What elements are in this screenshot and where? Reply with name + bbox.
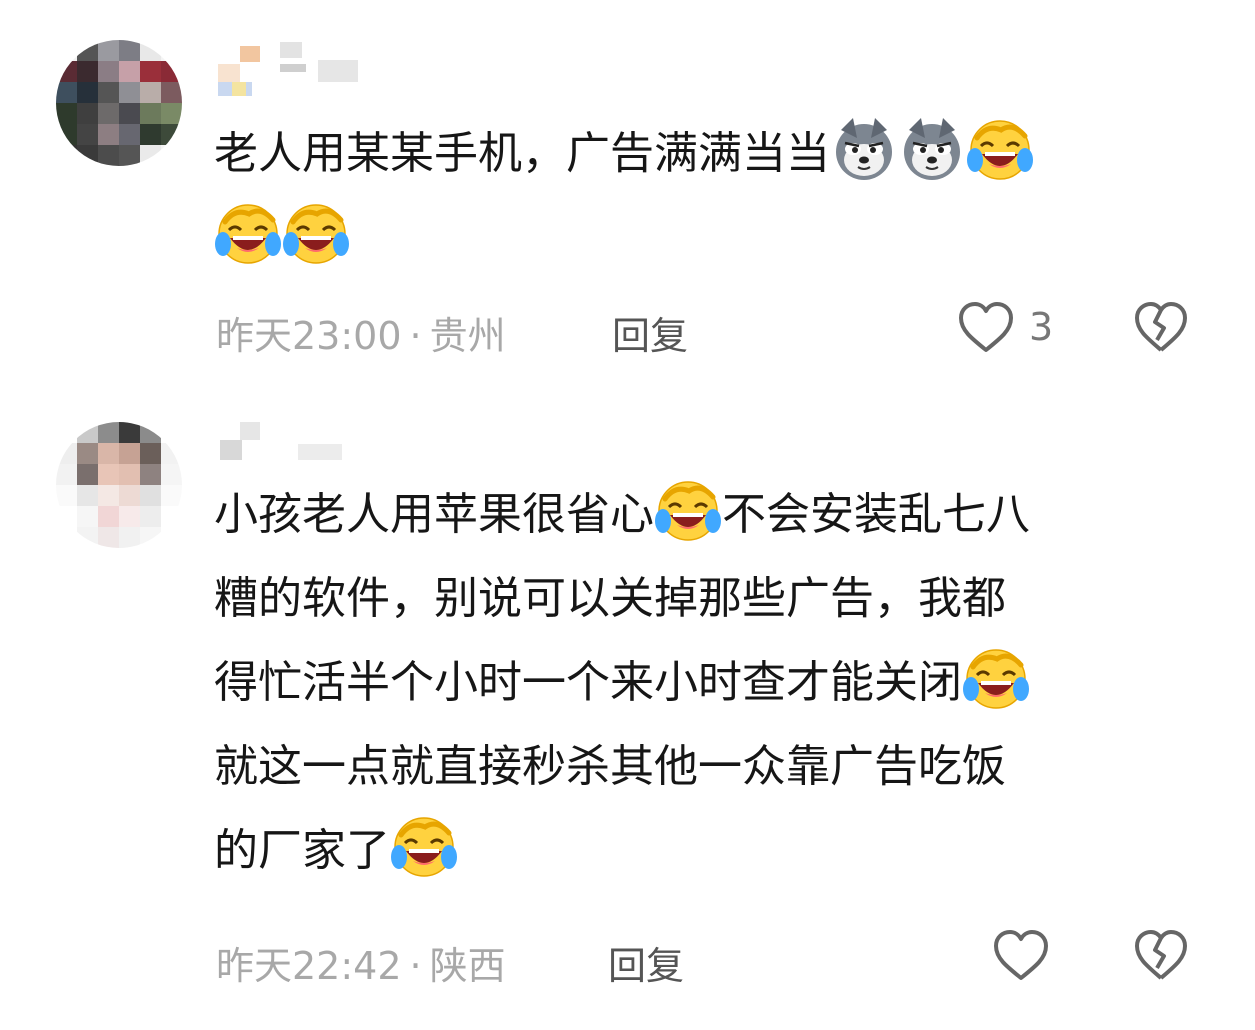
- comment-meta: 昨天23:00 · 贵州: [216, 305, 506, 360]
- comment-line: 得忙活半个小时一个来小时查才能关闭: [214, 641, 1204, 725]
- comment-line: 就这一点就直接秒杀其他一众靠广告吃饭: [214, 725, 1204, 809]
- comment-item: 老人用某某手机，广告满满当当 昨天23:00 · 贵州 回复 3: [0, 0, 1255, 380]
- username[interactable]: [218, 420, 368, 476]
- comment-line: 小孩老人用苹果很省心 不会安装乱七八: [214, 473, 1204, 557]
- comment-location: 贵州: [429, 314, 506, 358]
- broken-heart-icon: [1135, 930, 1187, 980]
- reply-button[interactable]: 回复: [608, 935, 684, 990]
- dislike-button[interactable]: [1133, 300, 1189, 358]
- like-button[interactable]: 3: [957, 300, 1053, 354]
- meta-separator: ·: [409, 944, 422, 988]
- reply-button[interactable]: 回复: [612, 305, 688, 360]
- doge-emoji: [899, 116, 965, 182]
- laugh-cry-emoji: [215, 200, 281, 266]
- comment-text: 老人用某某手机，广告满满当当: [214, 112, 1204, 280]
- like-button[interactable]: [992, 928, 1050, 982]
- doge-emoji: [831, 116, 897, 182]
- user-avatar[interactable]: [56, 422, 182, 548]
- dislike-button[interactable]: [1133, 928, 1189, 986]
- username[interactable]: [218, 38, 368, 96]
- laugh-cry-emoji: [963, 645, 1029, 711]
- meta-separator: ·: [409, 314, 422, 358]
- comment-line: [214, 196, 1204, 280]
- comment-line: 的厂家了: [214, 809, 1204, 893]
- comment-text-segment: 就这一点就直接秒杀其他一众靠广告吃饭: [214, 741, 1006, 792]
- comment-location: 陕西: [429, 944, 506, 988]
- comment-time: 昨天22:42: [216, 944, 402, 988]
- comment-text-segment: 的厂家了: [214, 825, 390, 876]
- comment-text-segment: 小孩老人用苹果很省心: [214, 489, 654, 540]
- comment-meta: 昨天22:42 · 陕西: [216, 935, 506, 990]
- comment-text-segment: 不会安装乱七八: [722, 489, 1030, 540]
- like-count: 3: [1029, 305, 1054, 349]
- comment-item: 小孩老人用苹果很省心 不会安装乱七八 糟的软件，别说可以关掉那些广告，我都 得忙活…: [0, 380, 1255, 1030]
- comment-text-segment: 得忙活半个小时一个来小时查才能关闭: [214, 657, 962, 708]
- laugh-cry-emoji: [967, 116, 1033, 182]
- laugh-cry-emoji: [283, 200, 349, 266]
- laugh-cry-emoji: [391, 813, 457, 879]
- comment-text: 小孩老人用苹果很省心 不会安装乱七八 糟的软件，别说可以关掉那些广告，我都 得忙活…: [214, 473, 1204, 893]
- heart-outline-icon: [959, 302, 1013, 352]
- comment-time: 昨天23:00: [216, 314, 402, 358]
- comment-line: 糟的软件，别说可以关掉那些广告，我都: [214, 557, 1204, 641]
- laugh-cry-emoji: [655, 477, 721, 543]
- heart-outline-icon: [994, 930, 1048, 980]
- comment-line: 老人用某某手机，广告满满当当: [214, 112, 1204, 196]
- broken-heart-icon: [1135, 302, 1187, 352]
- comment-text-segment: 糟的软件，别说可以关掉那些广告，我都: [214, 573, 1006, 624]
- comment-text-segment: 老人用某某手机，广告满满当当: [214, 128, 830, 179]
- user-avatar[interactable]: [56, 40, 182, 166]
